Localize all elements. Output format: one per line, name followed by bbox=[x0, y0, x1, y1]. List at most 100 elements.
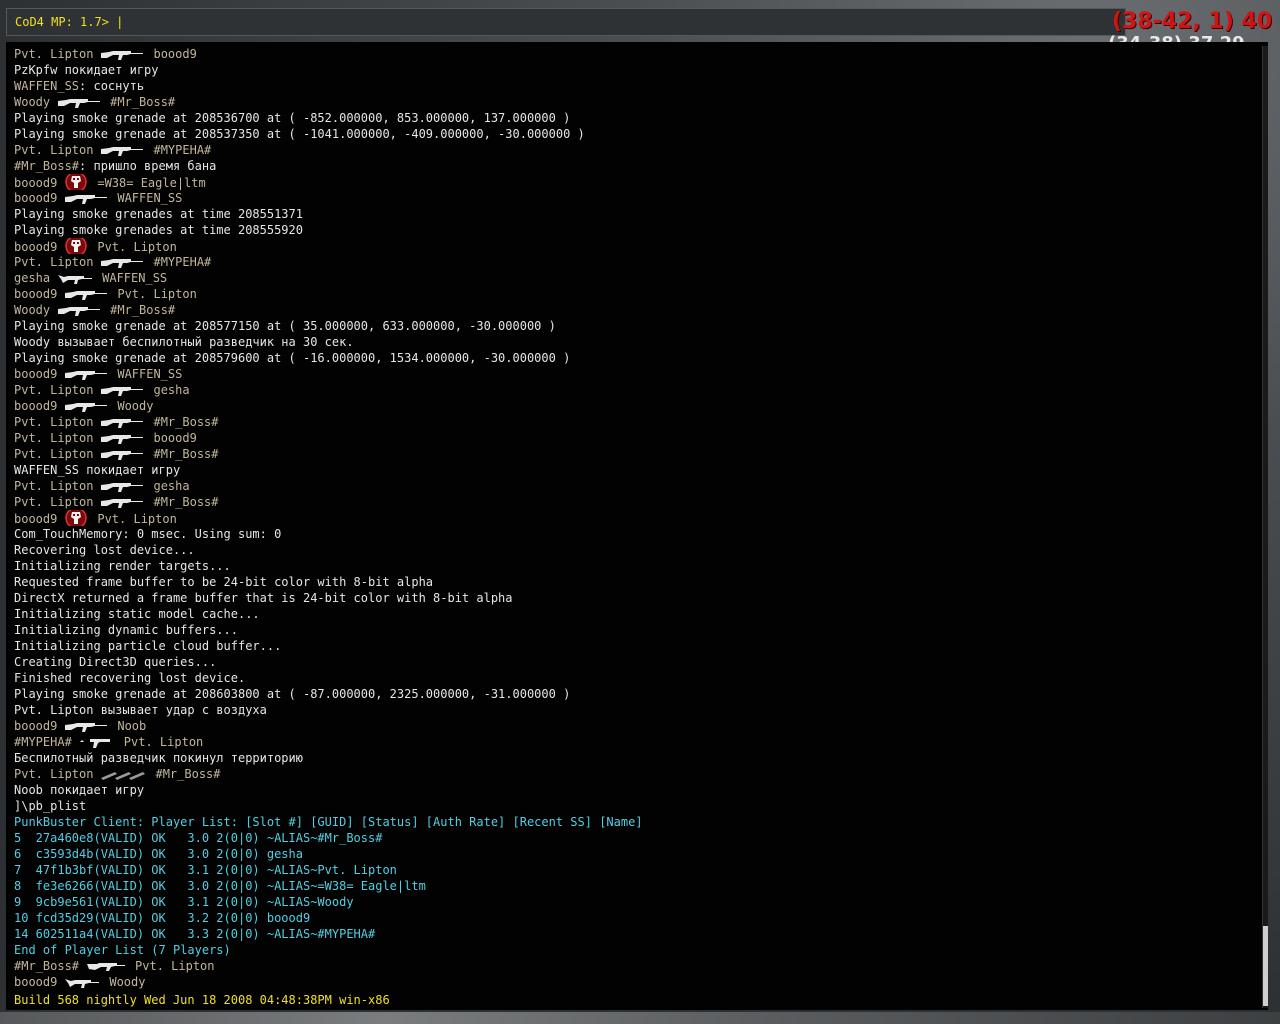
console-line: Playing smoke grenade at 208537350 at ( … bbox=[14, 127, 585, 141]
console-line: Initializing particle cloud buffer... bbox=[14, 639, 282, 653]
killer-name: Woody bbox=[14, 303, 51, 317]
console-line: Playing smoke grenades at time 208551371 bbox=[14, 207, 303, 221]
console-line: Initializing dynamic buffers... bbox=[14, 623, 238, 637]
killer-name: Pvt. Lipton bbox=[14, 431, 94, 445]
console-line: Com_TouchMemory: 0 msec. Using sum: 0 bbox=[14, 527, 282, 541]
killer-name: boood9 bbox=[14, 399, 58, 413]
victim-name: #Mr_Boss# bbox=[155, 767, 221, 781]
kill-feed-line: Pvt. Lipton #Mr_Boss# bbox=[14, 494, 1244, 510]
skull-icon bbox=[65, 238, 88, 254]
punkbuster-line: 8 fe3e6266(VALID) OK 3.0 2(0|0) ~ALIAS~=… bbox=[14, 879, 426, 893]
chat-sender: WAFFEN_SS bbox=[14, 79, 80, 93]
rifle-icon bbox=[101, 417, 144, 429]
victim-name: #Mr_Boss# bbox=[153, 415, 219, 429]
chat-message: : пришло время бана bbox=[79, 159, 217, 173]
console-line: Woody вызывает беспилотный разведчик на … bbox=[14, 335, 354, 349]
kill-feed-line: boood9 Pvt. Lipton bbox=[14, 286, 1244, 302]
console-prompt: CoD4 MP: 1.7> bbox=[15, 15, 117, 29]
killer-name: boood9 bbox=[14, 367, 58, 381]
rifle-icon bbox=[65, 401, 108, 413]
kill-feed-line: Woody #Mr_Boss# bbox=[14, 94, 1244, 110]
pistol-icon bbox=[79, 737, 114, 749]
console-line: Playing smoke grenade at 208603800 at ( … bbox=[14, 687, 571, 701]
airstrike-icon bbox=[101, 769, 146, 781]
rifle-icon bbox=[65, 289, 108, 301]
rifle-icon bbox=[101, 257, 144, 269]
victim-name: Woody bbox=[109, 975, 146, 989]
punkbuster-line: 14 602511a4(VALID) OK 3.3 2(0|0) ~ALIAS~… bbox=[14, 927, 376, 941]
victim-name: #Mr_Boss# bbox=[110, 95, 176, 109]
console-line: DirectX returned a frame buffer that is … bbox=[14, 591, 513, 605]
kill-feed-line: #MYPEHA# Pvt. Lipton bbox=[14, 734, 1244, 750]
console-line: PzKpfw покидает игру bbox=[14, 63, 159, 77]
kill-feed-line: boood9 WAFFEN_SS bbox=[14, 190, 1244, 206]
scrollbar-thumb[interactable] bbox=[1263, 926, 1268, 1006]
killer-name: boood9 bbox=[14, 176, 58, 190]
victim-name: #Mr_Boss# bbox=[153, 495, 219, 509]
killer-name: #Mr_Boss# bbox=[14, 959, 80, 973]
console-line: Initializing render targets... bbox=[14, 559, 231, 573]
rifle-icon bbox=[101, 433, 144, 445]
chat-line: WAFFEN_SS: соснуть bbox=[14, 78, 1244, 94]
punkbuster-line: 5 27a460e8(VALID) OK 3.0 2(0|0) ~ALIAS~#… bbox=[14, 831, 383, 845]
killer-name: Pvt. Lipton bbox=[14, 415, 94, 429]
victim-name: Pvt. Lipton bbox=[97, 512, 177, 526]
killer-name: Pvt. Lipton bbox=[14, 767, 94, 781]
console-line: WAFFEN_SS покидает игру bbox=[14, 463, 181, 477]
victim-name: Pvt. Lipton bbox=[123, 735, 204, 749]
kill-feed-line: boood9 WAFFEN_SS bbox=[14, 366, 1244, 382]
victim-name: boood9 bbox=[153, 431, 197, 445]
rifle-icon bbox=[58, 97, 101, 109]
punkbuster-line: 7 47f1b3bf(VALID) OK 3.1 2(0|0) ~ALIAS~P… bbox=[14, 863, 397, 877]
kill-feed-line: boood9 Woody bbox=[14, 974, 1244, 990]
console-line: Playing smoke grenade at 208536700 at ( … bbox=[14, 111, 571, 125]
console-line: Playing smoke grenade at 208577150 at ( … bbox=[14, 319, 556, 333]
kill-feed-line: #Mr_Boss# Pvt. Lipton bbox=[14, 958, 1244, 974]
killer-name: boood9 bbox=[14, 719, 58, 733]
rifle-icon bbox=[58, 305, 101, 317]
killer-name: Pvt. Lipton bbox=[14, 383, 94, 397]
killer-name: boood9 bbox=[14, 512, 58, 526]
text-cursor: | bbox=[116, 15, 124, 29]
kill-feed-line: boood9 =W38= Eagle|ltm bbox=[14, 174, 1244, 190]
build-info: Build 568 nightly Wed Jun 18 2008 04:48:… bbox=[14, 993, 390, 1007]
killer-name: Pvt. Lipton bbox=[14, 255, 94, 269]
console-scrollbar[interactable] bbox=[1262, 46, 1268, 1008]
victim-name: WAFFEN_SS bbox=[117, 367, 183, 381]
rifle-icon bbox=[101, 497, 144, 509]
victim-name: #MYPEHA# bbox=[153, 143, 212, 157]
kill-feed-line: boood9 Woody bbox=[14, 398, 1244, 414]
console-input[interactable]: CoD4 MP: 1.7> | bbox=[15, 15, 123, 29]
console-input-bar[interactable]: CoD4 MP: 1.7> | bbox=[6, 8, 1126, 36]
console-line: Requested frame buffer to be 24-bit colo… bbox=[14, 575, 434, 589]
kill-feed-line: Pvt. Lipton boood9 bbox=[14, 46, 1244, 62]
punkbuster-line: End of Player List (7 Players) bbox=[14, 943, 231, 957]
console-output[interactable]: Pvt. Lipton boood9 PzKpfw покидает игру WAF… bbox=[6, 42, 1268, 1010]
kill-feed-line: Pvt. Lipton #Mr_Boss# bbox=[14, 766, 1244, 782]
victim-name: Woody bbox=[117, 399, 154, 413]
chat-line: #Mr_Boss#: пришло время бана bbox=[14, 158, 1244, 174]
game-background-strip bbox=[0, 1012, 1280, 1024]
console-line: Finished recovering lost device. bbox=[14, 671, 246, 685]
kill-feed-line: Pvt. Lipton #MYPEHA# bbox=[14, 254, 1244, 270]
victim-name: Pvt. Lipton bbox=[135, 959, 215, 973]
killer-name: Pvt. Lipton bbox=[14, 143, 94, 157]
killer-name: boood9 bbox=[14, 975, 58, 989]
console-line: Recovering lost device... bbox=[14, 543, 195, 557]
victim-name: #Mr_Boss# bbox=[110, 303, 176, 317]
rifle-icon bbox=[101, 481, 144, 493]
console-line: ]\pb_plist bbox=[14, 799, 87, 813]
chat-sender: #Mr_Boss# bbox=[14, 159, 80, 173]
rifle-icon bbox=[65, 721, 108, 733]
killer-name: Pvt. Lipton bbox=[14, 495, 94, 509]
killer-name: gesha bbox=[14, 271, 51, 285]
rifle-icon bbox=[101, 449, 144, 461]
console-line: Playing smoke grenades at time 208555920 bbox=[14, 223, 303, 237]
kill-feed-line: Pvt. Lipton boood9 bbox=[14, 430, 1244, 446]
victim-name: WAFFEN_SS bbox=[117, 191, 183, 205]
chat-message: : соснуть bbox=[79, 79, 145, 93]
killer-name: #MYPEHA# bbox=[14, 735, 72, 749]
hud-score-red: (38-42, 1) 40 bbox=[1112, 9, 1273, 34]
punkbuster-line: 10 fcd35d29(VALID) OK 3.2 2(0|0) boood9 bbox=[14, 911, 311, 925]
kill-feed-line: Pvt. Lipton #MYPEHA# bbox=[14, 142, 1244, 158]
